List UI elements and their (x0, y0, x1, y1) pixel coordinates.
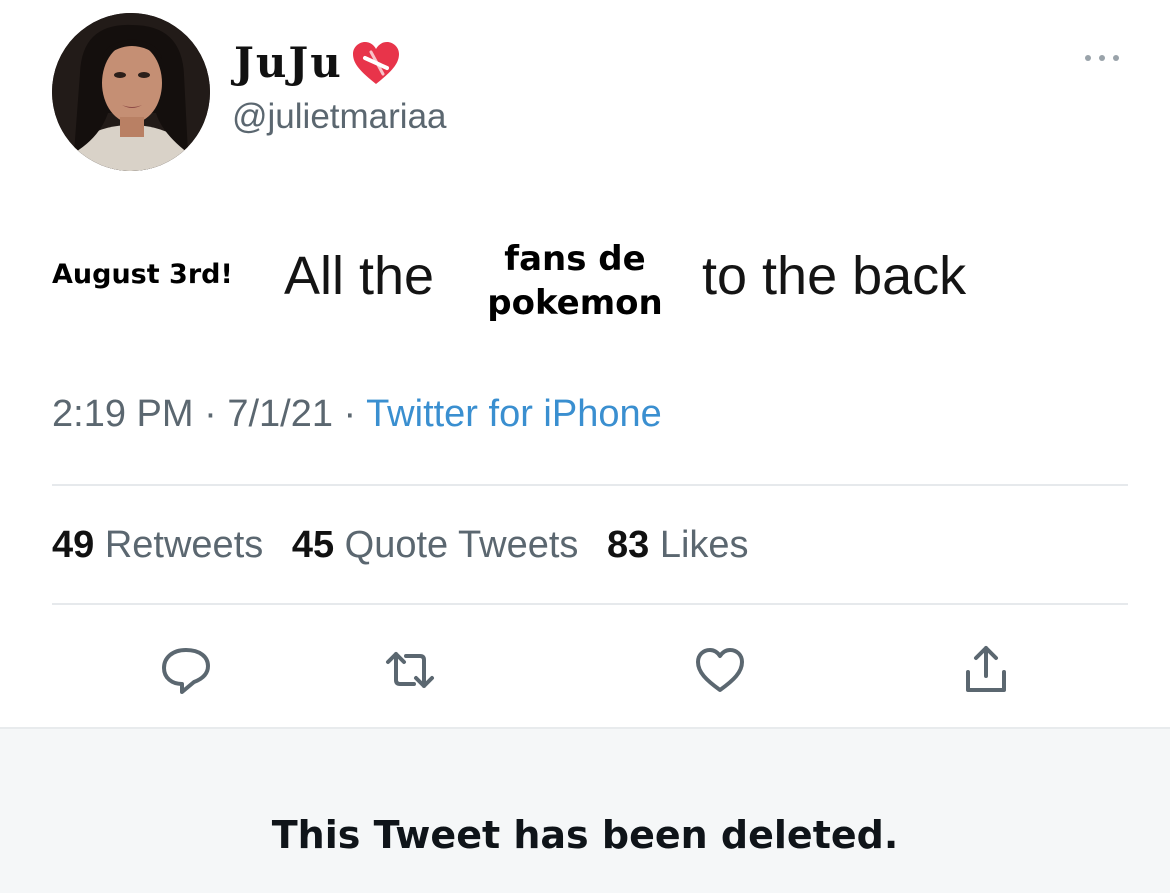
display-name-row: JuJu (234, 38, 401, 87)
tweet-text: August 3rd! All the fans de pokemon to t… (0, 239, 1170, 345)
divider (52, 603, 1128, 605)
deleted-tweet-notice: This Tweet has been deleted. (271, 813, 899, 857)
deleted-tweet-banner: This Tweet has been deleted. (0, 727, 1170, 893)
overlay-date-text: August 3rd! (52, 259, 233, 290)
overlay-caption-line1: fans de (504, 239, 646, 279)
tweet-actions (0, 640, 1170, 700)
tweet-time[interactable]: 2:19 PM (52, 393, 194, 435)
quote-tweets-stat[interactable]: 45 Quote Tweets (292, 524, 579, 566)
user-handle[interactable]: @julietmariaa (232, 97, 447, 137)
more-options-icon[interactable] (1078, 48, 1126, 68)
likes-count: 83 (607, 524, 650, 566)
quote-tweets-label: Quote Tweets (344, 524, 579, 566)
tweet-meta: 2:19 PM · 7/1/21 · Twitter for iPhone (52, 393, 662, 436)
divider (52, 484, 1128, 486)
quote-tweets-count: 45 (291, 524, 335, 566)
tweet-text-after: to the back (702, 246, 967, 306)
avatar[interactable] (52, 13, 210, 171)
retweets-label: Retweets (104, 524, 264, 566)
meta-separator: · (343, 393, 357, 435)
overlay-caption-line2: pokemon (487, 283, 663, 323)
likes-stat[interactable]: 83 Likes (607, 524, 749, 566)
mending-heart-icon (351, 40, 401, 86)
retweets-count: 49 (52, 524, 95, 566)
avatar-photo (52, 13, 210, 171)
retweets-stat[interactable]: 49 Retweets (52, 524, 263, 566)
tweet-source-link[interactable]: Twitter for iPhone (366, 393, 662, 435)
share-icon[interactable] (956, 640, 1016, 700)
reply-icon[interactable] (156, 640, 216, 700)
tweet-date[interactable]: 7/1/21 (227, 393, 333, 435)
meta-separator: · (204, 393, 217, 435)
like-icon[interactable] (690, 640, 750, 700)
overlay-caption: fans de pokemon (460, 237, 690, 325)
tweet-text-before: All the (284, 246, 435, 306)
likes-label: Likes (659, 524, 749, 566)
tweet-screenshot: JuJu @julietmariaa August 3rd! All the f… (0, 0, 1170, 893)
display-name[interactable]: JuJu (234, 38, 343, 87)
retweet-icon[interactable] (380, 640, 440, 700)
tweet-stats: 49 Retweets 45 Quote Tweets 83 Likes (52, 524, 767, 567)
